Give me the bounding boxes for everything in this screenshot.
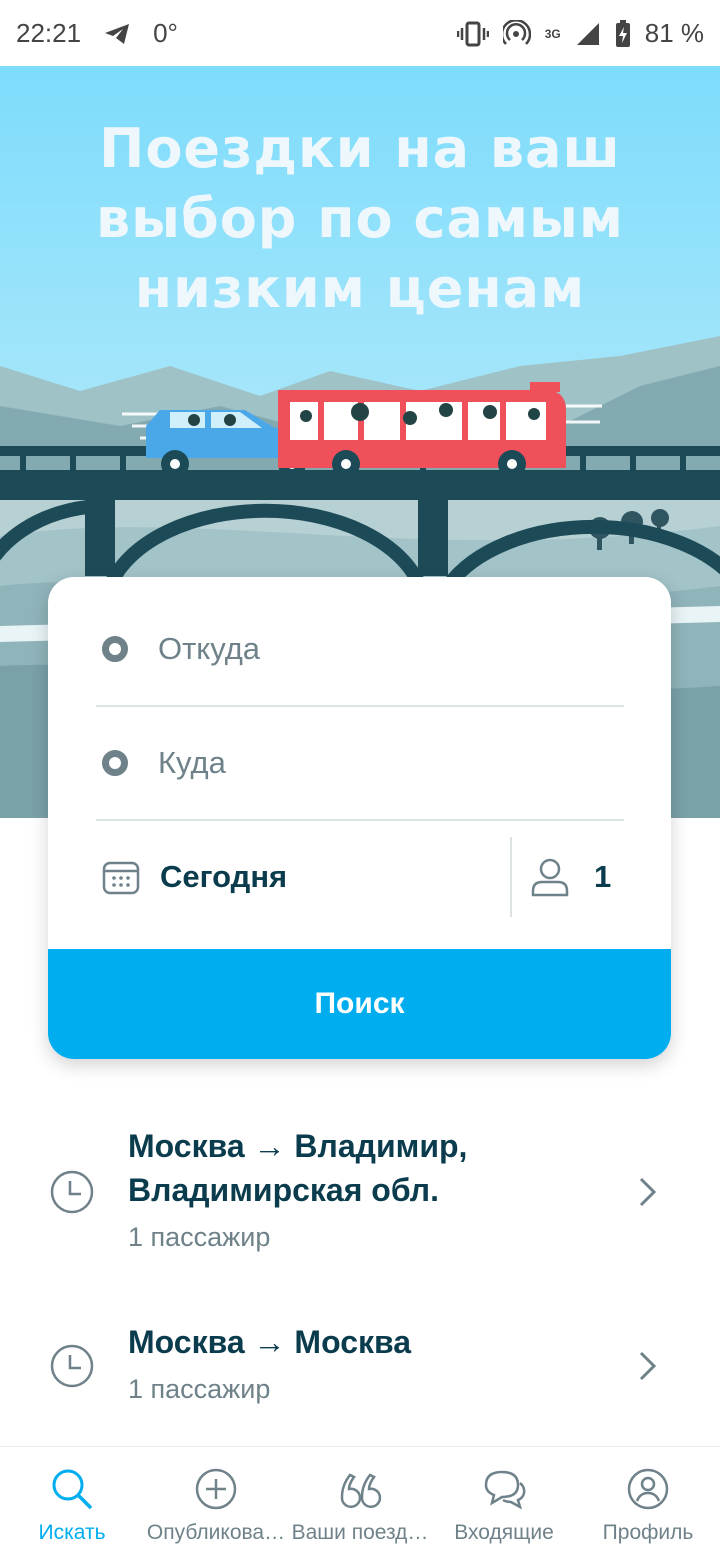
vibrate-icon — [456, 21, 489, 46]
hero-title: Поездки на ваш выбор по самым низким цен… — [60, 114, 660, 324]
clock-icon — [50, 1344, 94, 1388]
nav-publish[interactable]: Опубликова… — [144, 1447, 288, 1561]
status-bar: 22:21 0° 3G 81 % — [0, 0, 720, 66]
recent-search-item[interactable]: Москва → Москва 1 пассажир — [0, 1304, 720, 1424]
nav-search[interactable]: Искать — [0, 1447, 144, 1561]
to-field[interactable]: Куда — [96, 707, 624, 819]
passenger-count: 1 — [594, 859, 612, 894]
date-passenger-row: Сегодня 1 — [96, 821, 671, 933]
date-picker-button[interactable]: Сегодня — [96, 821, 462, 933]
route-line: Владимирская обл. — [128, 1172, 440, 1208]
from-placeholder: Откуда — [158, 631, 261, 666]
hero-title-line: Поездки на ваш — [99, 117, 621, 180]
to-placeholder: Куда — [158, 745, 226, 780]
search-card: Откуда Куда Сегодня 1 Поиск — [48, 577, 671, 1059]
status-temperature: 0° — [153, 18, 178, 48]
route-line: Москва → Москва — [128, 1324, 412, 1360]
person-icon — [531, 858, 569, 897]
search-button[interactable]: Поиск — [48, 949, 671, 1059]
hero-title-line: низким ценам — [134, 257, 586, 320]
clock-icon — [50, 1170, 94, 1214]
recent-search-item[interactable]: Москва → Владимир, Владимирская обл. 1 п… — [0, 1108, 720, 1278]
profile-icon — [627, 1468, 669, 1510]
nav-label: Входящие — [454, 1521, 554, 1544]
recent-passengers: 1 пассажир — [128, 1222, 271, 1252]
nav-label: Опубликова… — [146, 1521, 286, 1544]
chevron-right-icon — [639, 1177, 657, 1207]
chat-icon — [484, 1470, 526, 1510]
calendar-icon — [102, 861, 140, 895]
recent-route: Москва → Владимир, Владимирская обл. — [128, 1124, 608, 1212]
battery-icon — [615, 19, 630, 47]
nav-label: Искать — [38, 1521, 106, 1544]
battery-level: 81 % — [644, 18, 704, 48]
recent-passengers: 1 пассажир — [128, 1374, 271, 1404]
nav-profile[interactable]: Профиль — [576, 1447, 720, 1561]
status-time: 22:21 — [16, 18, 82, 48]
plus-circle-icon — [195, 1468, 237, 1510]
route-line: Москва → Владимир, — [128, 1128, 468, 1164]
nav-label: Ваши поезд… — [291, 1521, 429, 1544]
network-type: 3G — [544, 26, 561, 41]
divider — [510, 837, 512, 917]
nav-inbox[interactable]: Входящие — [432, 1447, 576, 1561]
bottom-navigation: Искать Опубликова… Ваши поезд… Входящие … — [0, 1446, 720, 1561]
recent-route: Москва → Москва — [128, 1320, 608, 1364]
passenger-count-button[interactable]: 1 — [530, 821, 670, 933]
trips-icon — [340, 1473, 382, 1509]
hero-title-line: выбор по самым — [95, 187, 625, 250]
search-icon — [52, 1469, 93, 1510]
signal-icon — [576, 22, 599, 45]
origin-radio-icon — [102, 636, 128, 662]
from-field[interactable]: Откуда — [96, 593, 624, 705]
telegram-icon — [105, 23, 130, 44]
chevron-right-icon — [639, 1351, 657, 1381]
hotspot-icon — [502, 19, 531, 45]
date-value: Сегодня — [160, 859, 288, 894]
nav-label: Профиль — [602, 1521, 694, 1544]
destination-radio-icon — [102, 750, 128, 776]
nav-your-trips[interactable]: Ваши поезд… — [288, 1447, 432, 1561]
